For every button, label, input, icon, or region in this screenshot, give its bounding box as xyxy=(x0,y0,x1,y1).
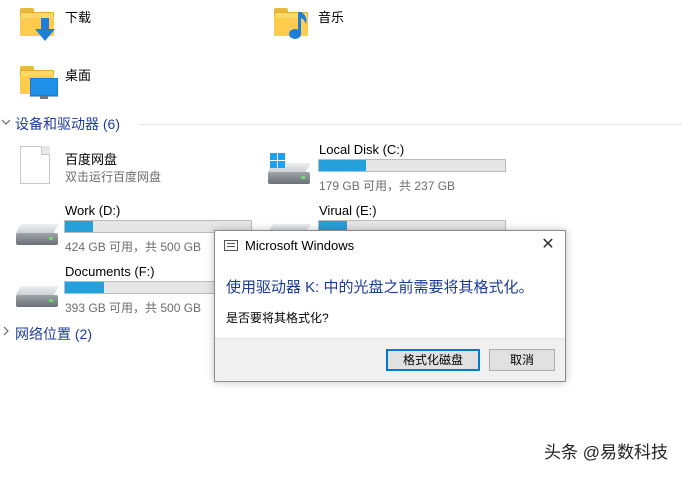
network-section-title: 网络位置 (2) xyxy=(15,326,92,342)
music-folder-icon xyxy=(274,8,308,39)
dialog-content: 是否要将其格式化? xyxy=(226,311,329,325)
download-folder-icon xyxy=(20,8,55,41)
chevron-right-icon xyxy=(2,326,10,339)
chevron-down-icon xyxy=(1,117,11,129)
drive-f-space: 393 GB 可用，共 500 GB xyxy=(65,301,202,315)
watermark: 头条 @易数科技 xyxy=(544,443,668,462)
close-icon[interactable]: ✕ xyxy=(531,231,565,259)
section-divider xyxy=(140,124,682,125)
drive-f-name: Documents (F:) xyxy=(65,264,155,279)
format-disk-button[interactable]: 格式化磁盘 xyxy=(386,349,480,371)
drive-c-space: 179 GB 可用，共 237 GB xyxy=(319,179,456,193)
format-disk-dialog: Microsoft Windows ✕ 使用驱动器 K: 中的光盘之前需要将其格… xyxy=(214,230,566,382)
drive-icon xyxy=(15,224,59,246)
drive-d-space: 424 GB 可用，共 500 GB xyxy=(65,240,202,254)
drive-c-name: Local Disk (C:) xyxy=(319,142,405,157)
drive-e-name: Virual (E:) xyxy=(319,203,377,218)
devices-section-title: 设备和驱动器 (6) xyxy=(15,116,120,132)
baidu-name: 百度网盘 xyxy=(65,152,118,167)
windows-logo-icon xyxy=(270,153,286,169)
drive-d-name: Work (D:) xyxy=(65,203,121,218)
dialog-main-instruction: 使用驱动器 K: 中的光盘之前需要将其格式化。 xyxy=(226,279,534,296)
downloads-label: 下载 xyxy=(65,10,92,25)
dialog-footer: 格式化磁盘 取消 xyxy=(215,338,565,381)
window-app-icon xyxy=(224,240,238,251)
desktop-label: 桌面 xyxy=(65,68,92,83)
cancel-button[interactable]: 取消 xyxy=(489,349,555,371)
dialog-titlebar[interactable]: Microsoft Windows ✕ xyxy=(215,231,565,259)
desktop-folder-icon xyxy=(20,66,58,99)
drive-icon xyxy=(15,286,59,308)
document-icon xyxy=(20,146,50,184)
baidu-subtitle: 双击运行百度网盘 xyxy=(65,170,162,184)
dialog-title: Microsoft Windows xyxy=(245,238,355,253)
music-label: 音乐 xyxy=(318,10,345,25)
drive-c-usage-bar xyxy=(318,159,506,172)
